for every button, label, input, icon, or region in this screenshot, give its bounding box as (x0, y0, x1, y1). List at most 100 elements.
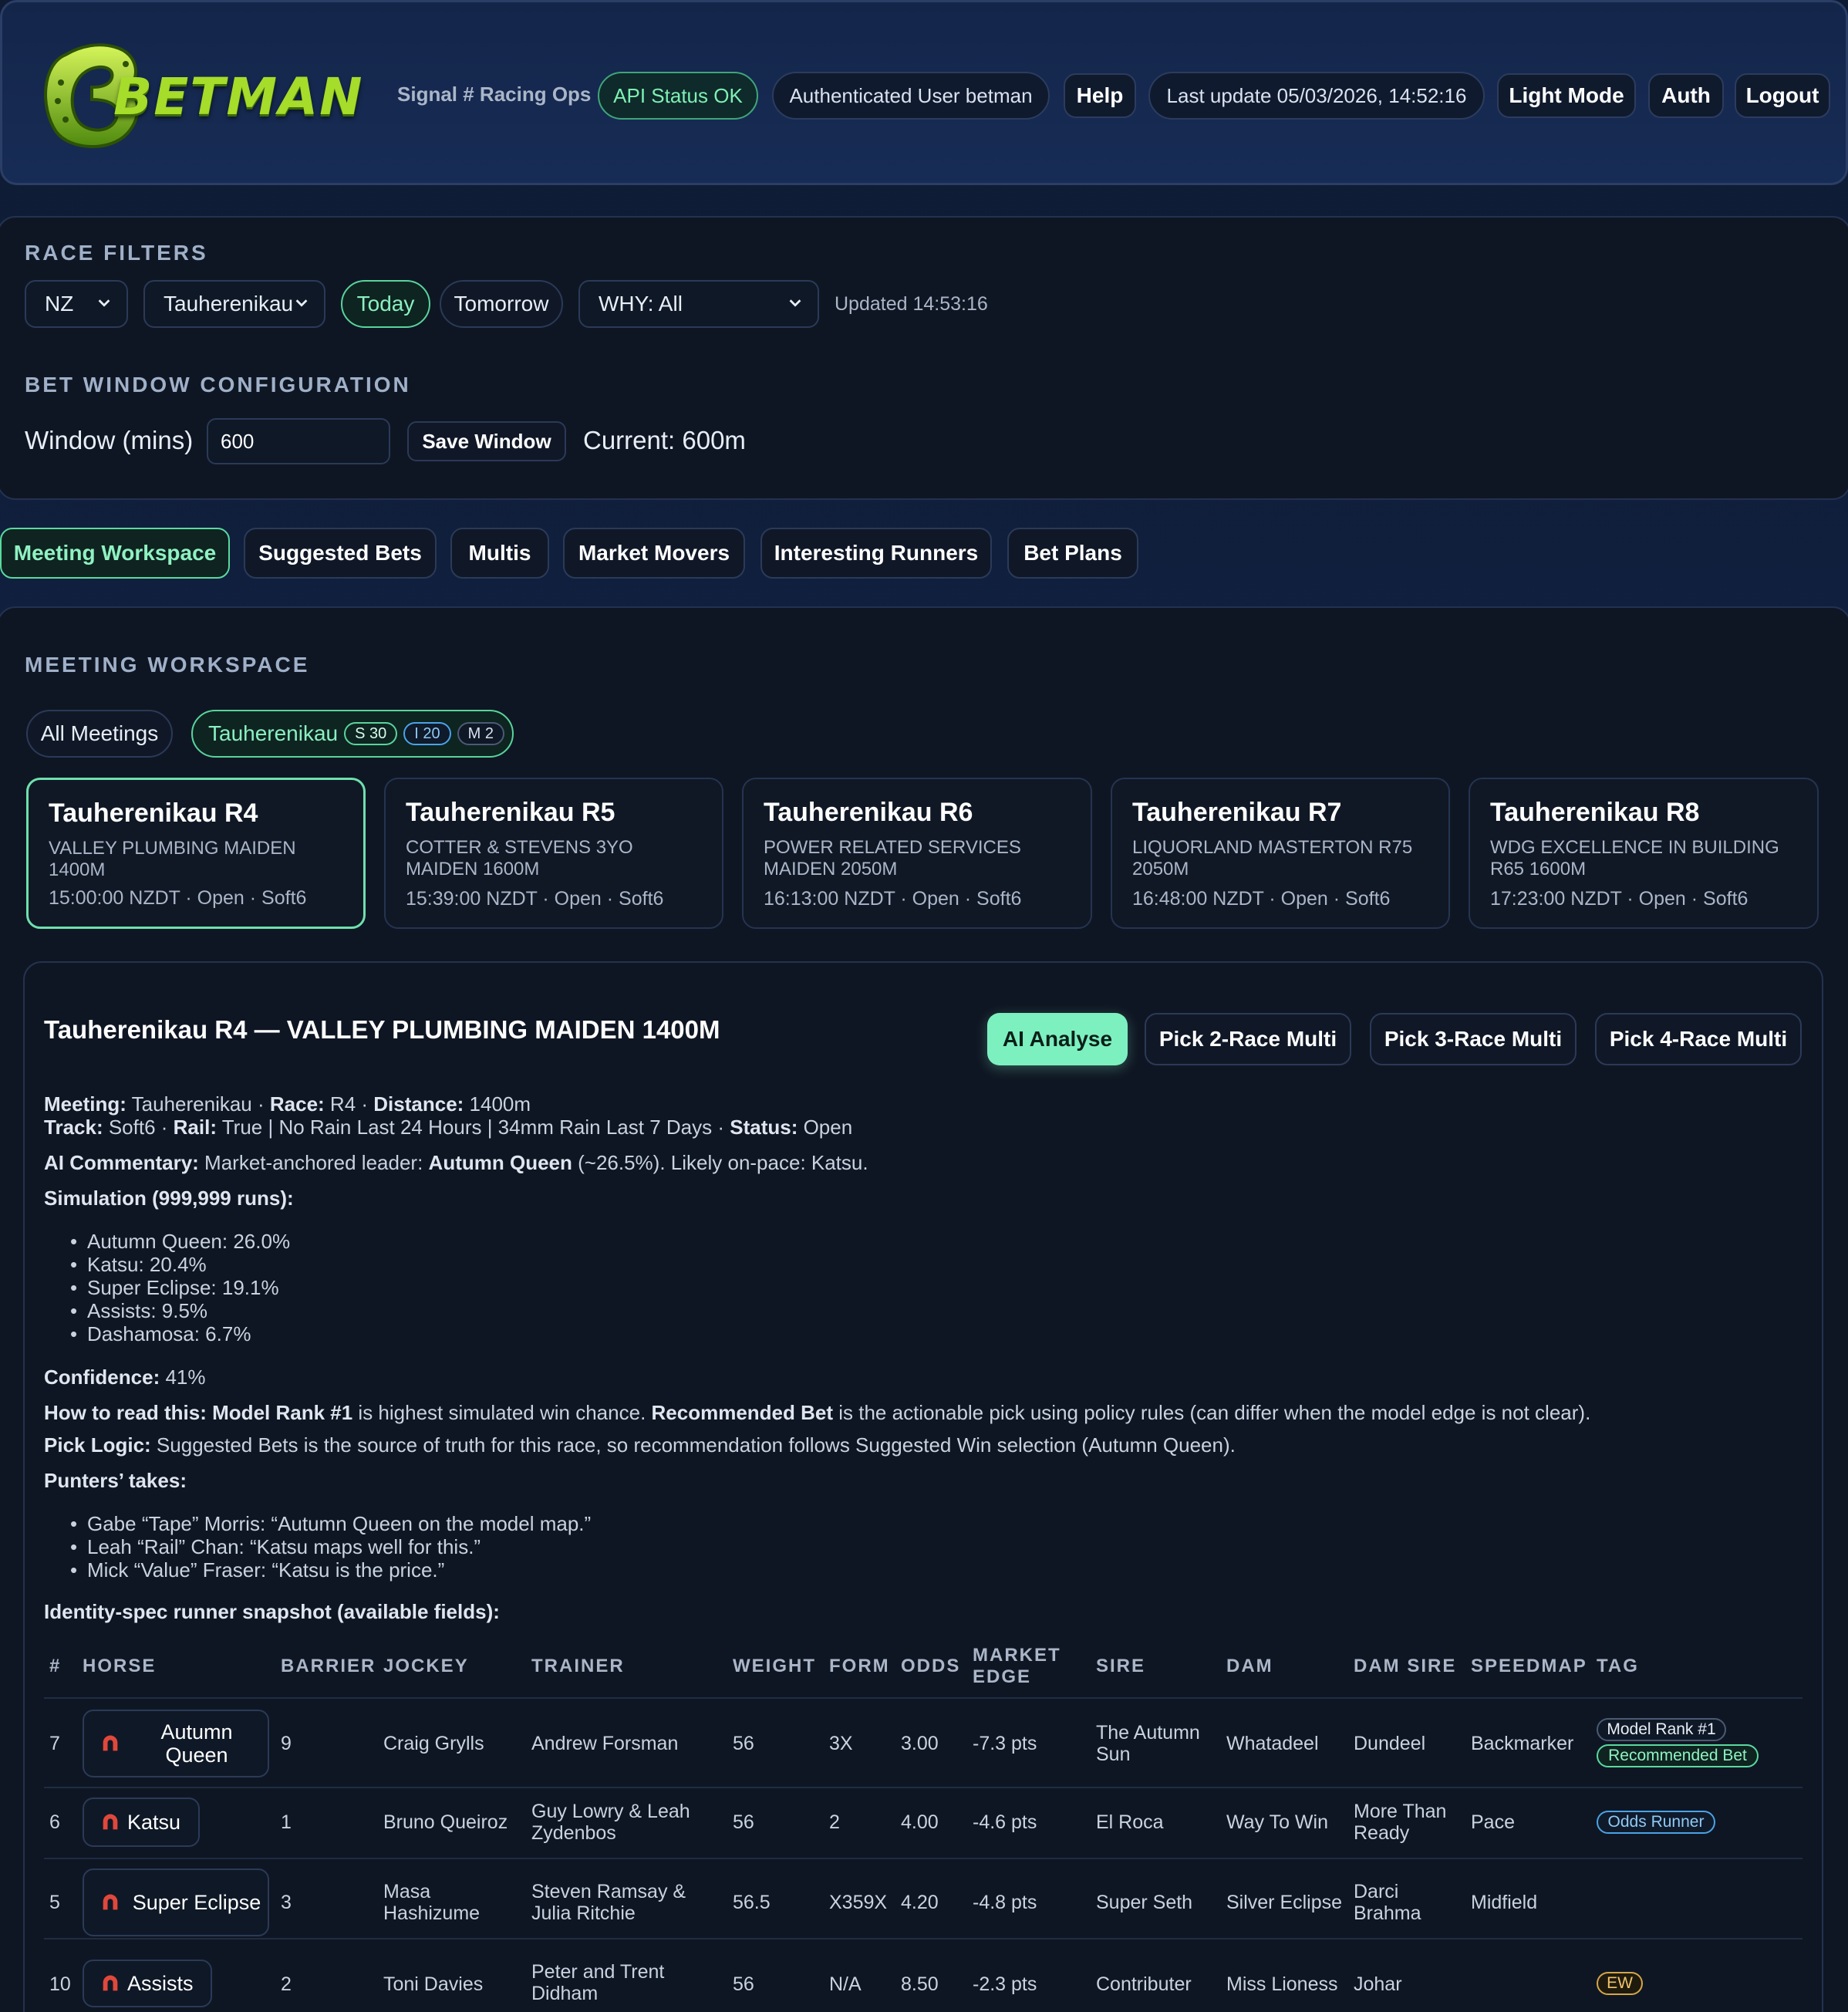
horse-name: Katsu (127, 1811, 181, 1834)
confidence-line: Confidence: 41% (44, 1366, 206, 1389)
cell-barrier: 3 (281, 1892, 292, 1913)
race-card-r4[interactable]: Tauherenikau R4 VALLEY PLUMBING MAIDEN 1… (26, 778, 366, 929)
horse-button-katsu[interactable]: Katsu (83, 1798, 200, 1847)
how-to-label: How to read this: (44, 1401, 207, 1424)
col-header-horse: HORSE (83, 1656, 157, 1676)
race-card-r8[interactable]: Tauherenikau R8 WDG EXCELLENCE IN BUILDI… (1469, 778, 1819, 929)
tab-suggested-bets[interactable]: Suggested Bets (244, 528, 437, 579)
race-card-title: Tauherenikau R6 (764, 798, 973, 827)
pick-2-race-multi-button[interactable]: Pick 2-Race Multi (1145, 1013, 1351, 1065)
bet-window-title: BET WINDOW CONFIGURATION (25, 373, 411, 397)
cell-market-edge: -2.3 pts (973, 1973, 1037, 1995)
auth-user-badge: Authenticated User betman (772, 72, 1050, 120)
chevron-down-icon (295, 299, 308, 307)
help-button[interactable]: Help (1064, 73, 1136, 118)
confidence-label: Confidence: (44, 1366, 160, 1389)
punters-label: Punters’ takes: (44, 1469, 187, 1492)
punter-take: Leah “Rail” Chan: “Katsu maps well for t… (70, 1535, 481, 1559)
race-card-r6[interactable]: Tauherenikau R6 POWER RELATED SERVICES M… (742, 778, 1092, 929)
country-select[interactable]: NZ (25, 280, 128, 328)
betman-logo: BETMAN (35, 33, 374, 157)
race-card-name: LIQUORLAND MASTERTON R75 2050M (1132, 837, 1413, 879)
race-value: R4 · (324, 1092, 374, 1116)
how-to-text-end: is the actionable pick using policy rule… (833, 1401, 1591, 1424)
cell-speedmap: Midfield (1471, 1892, 1538, 1913)
tab-multis[interactable]: Multis (450, 528, 549, 579)
cell-dam: Way To Win (1226, 1811, 1328, 1833)
simulation-item: Autumn Queen: 26.0% (70, 1230, 290, 1254)
filters-updated-text: Updated 14:53:16 (835, 293, 988, 315)
each-way-tag: EW (1597, 1972, 1643, 1995)
cell-sire: Contributer (1096, 1973, 1192, 1995)
pick-3-race-multi-button[interactable]: Pick 3-Race Multi (1370, 1013, 1577, 1065)
col-header-speedmap: SPEEDMAP (1471, 1656, 1587, 1676)
col-header-tag: TAG (1597, 1656, 1639, 1676)
cell-dam-sire: More Than Ready (1354, 1801, 1447, 1844)
col-header-market-edge: MARKET EDGE (973, 1645, 1061, 1687)
cell-number: 5 (49, 1892, 60, 1913)
cell-odds: 4.00 (901, 1811, 939, 1833)
race-card-name: POWER RELATED SERVICES MAIDEN 2050M (764, 837, 1021, 879)
light-mode-button[interactable]: Light Mode (1497, 73, 1636, 118)
cell-dam: Whatadeel (1226, 1733, 1319, 1754)
chevron-down-icon (789, 299, 801, 307)
window-input[interactable] (207, 418, 390, 464)
col-header-dam-sire: DAM SIRE (1354, 1656, 1457, 1676)
cell-number: 7 (49, 1733, 60, 1754)
horse-name: Autumn Queen (160, 1720, 233, 1767)
table-divider (44, 1858, 1802, 1859)
commentary-text-end: (~26.5%). Likely on-pace: Katsu. (572, 1151, 868, 1174)
cell-sire: The Autumn Sun (1096, 1722, 1200, 1765)
meeting-select[interactable]: Tauherenikau (143, 280, 325, 328)
tab-bet-plans[interactable]: Bet Plans (1007, 528, 1138, 579)
cell-barrier: 2 (281, 1973, 292, 1995)
today-chip[interactable]: Today (341, 280, 430, 328)
race-card-r5[interactable]: Tauherenikau R5 COTTER & STEVENS 3YO MAI… (384, 778, 723, 929)
horse-button-assists[interactable]: Assists (83, 1960, 212, 2007)
tab-meeting-workspace[interactable]: Meeting Workspace (0, 528, 230, 579)
cell-odds: 4.20 (901, 1892, 939, 1913)
col-header-sire: SIRE (1096, 1656, 1146, 1676)
race-card-r7[interactable]: Tauherenikau R7 LIQUORLAND MASTERTON R75… (1111, 778, 1450, 929)
all-meetings-chip[interactable]: All Meetings (26, 710, 173, 758)
race-card-meta: 15:00:00 NZDT · Open · Soft6 (49, 887, 307, 909)
save-window-button[interactable]: Save Window (407, 421, 566, 461)
tab-interesting-runners[interactable]: Interesting Runners (760, 528, 992, 579)
model-rank-term: Model Rank #1 (212, 1401, 353, 1424)
ai-analyse-button[interactable]: AI Analyse (987, 1013, 1128, 1065)
country-value: NZ (45, 292, 74, 316)
cell-market-edge: -4.6 pts (973, 1811, 1037, 1833)
simulation-label: Simulation (999,999 runs): (44, 1187, 294, 1210)
cell-dam: Silver Eclipse (1226, 1892, 1343, 1913)
distance-label: Distance: (373, 1092, 464, 1116)
cell-number: 6 (49, 1811, 60, 1833)
cell-trainer: Steven Ramsay & Julia Ritchie (531, 1881, 686, 1924)
tab-market-movers[interactable]: Market Movers (563, 528, 745, 579)
cell-weight: 56 (733, 1733, 754, 1754)
simulation-heading: Simulation (999,999 runs): (44, 1187, 294, 1210)
meeting-workspace-title: MEETING WORKSPACE (25, 653, 310, 677)
auth-button[interactable]: Auth (1648, 73, 1724, 118)
race-card-name: WDG EXCELLENCE IN BUILDING R65 1600M (1490, 837, 1779, 879)
why-select[interactable]: WHY: All (578, 280, 819, 328)
why-value: WHY: All (599, 292, 683, 316)
meeting-label: Meeting: (44, 1092, 126, 1116)
horse-button-autumn-queen[interactable]: Autumn Queen (83, 1710, 269, 1777)
horse-button-super-eclipse[interactable]: Super Eclipse (83, 1869, 269, 1936)
pick-4-race-multi-button[interactable]: Pick 4-Race Multi (1595, 1013, 1802, 1065)
commentary-text: Market-anchored leader: (198, 1151, 429, 1174)
col-header-weight: WEIGHT (733, 1656, 816, 1676)
meeting-value: Tauherenikau · (126, 1092, 270, 1116)
cell-barrier: 1 (281, 1811, 292, 1833)
cell-speedmap: Backmarker (1471, 1733, 1574, 1754)
recommended-bet-tag: Recommended Bet (1597, 1744, 1759, 1767)
horseshoe-icon (103, 1814, 118, 1830)
logout-button[interactable]: Logout (1735, 73, 1830, 118)
track-label: Track: (44, 1116, 103, 1139)
starters-badge: S 30 (344, 722, 398, 745)
track-value: Soft6 · (103, 1116, 174, 1139)
meeting-chip-tauherenikau[interactable]: Tauherenikau S 30 I 20 M 2 (191, 710, 514, 758)
cell-form: 2 (829, 1811, 840, 1833)
cell-weight: 56.5 (733, 1892, 771, 1913)
tomorrow-chip[interactable]: Tomorrow (440, 280, 563, 328)
